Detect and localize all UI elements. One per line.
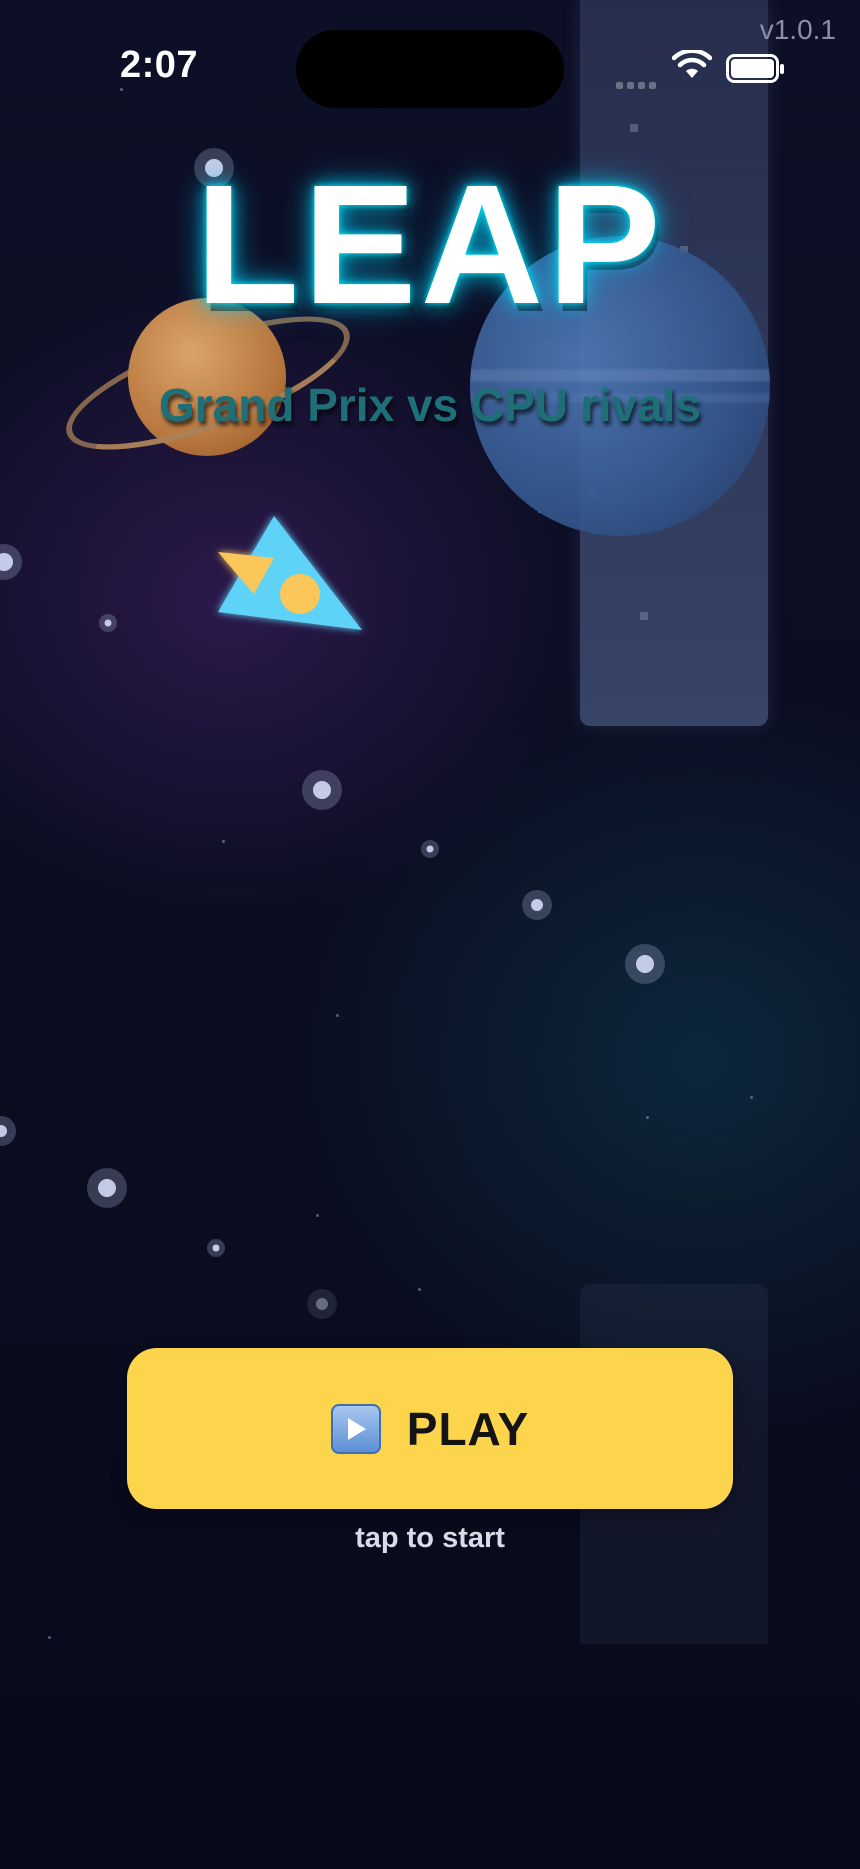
tap-to-start-hint: tap to start	[355, 1522, 505, 1554]
game-title: LEAP	[195, 150, 665, 340]
cellular-signal-icon	[616, 76, 660, 94]
battery-icon	[726, 54, 784, 83]
orb	[421, 840, 439, 858]
play-icon	[330, 1403, 381, 1454]
orb	[522, 890, 552, 920]
game-subtitle: Grand Prix vs CPU rivals	[158, 379, 702, 431]
status-time: 2:07	[120, 44, 199, 86]
pillar-detail	[630, 124, 638, 132]
ship-icon	[218, 516, 362, 630]
orb	[99, 614, 117, 632]
pillar-detail	[640, 612, 648, 620]
game-screen: LEAP Grand Prix vs CPU rivals 2:07 v1.0.…	[0, 0, 860, 1869]
wifi-icon	[672, 50, 712, 78]
play-button[interactable]: PLAY	[127, 1348, 733, 1509]
star	[222, 840, 225, 843]
orb	[207, 1239, 225, 1257]
star	[750, 1096, 753, 1099]
star	[646, 1116, 649, 1119]
camera-notch	[296, 30, 564, 108]
orb	[0, 544, 22, 580]
star	[316, 1214, 319, 1217]
orb	[625, 944, 665, 984]
orb	[0, 1116, 16, 1146]
version-label: v1.0.1	[759, 14, 836, 45]
orb	[87, 1168, 127, 1208]
star	[48, 1636, 51, 1639]
orb	[307, 1289, 337, 1319]
star	[120, 88, 123, 91]
star	[336, 1014, 339, 1017]
star	[418, 1288, 421, 1291]
orb	[302, 770, 342, 810]
play-button-label: PLAY	[406, 1402, 530, 1455]
